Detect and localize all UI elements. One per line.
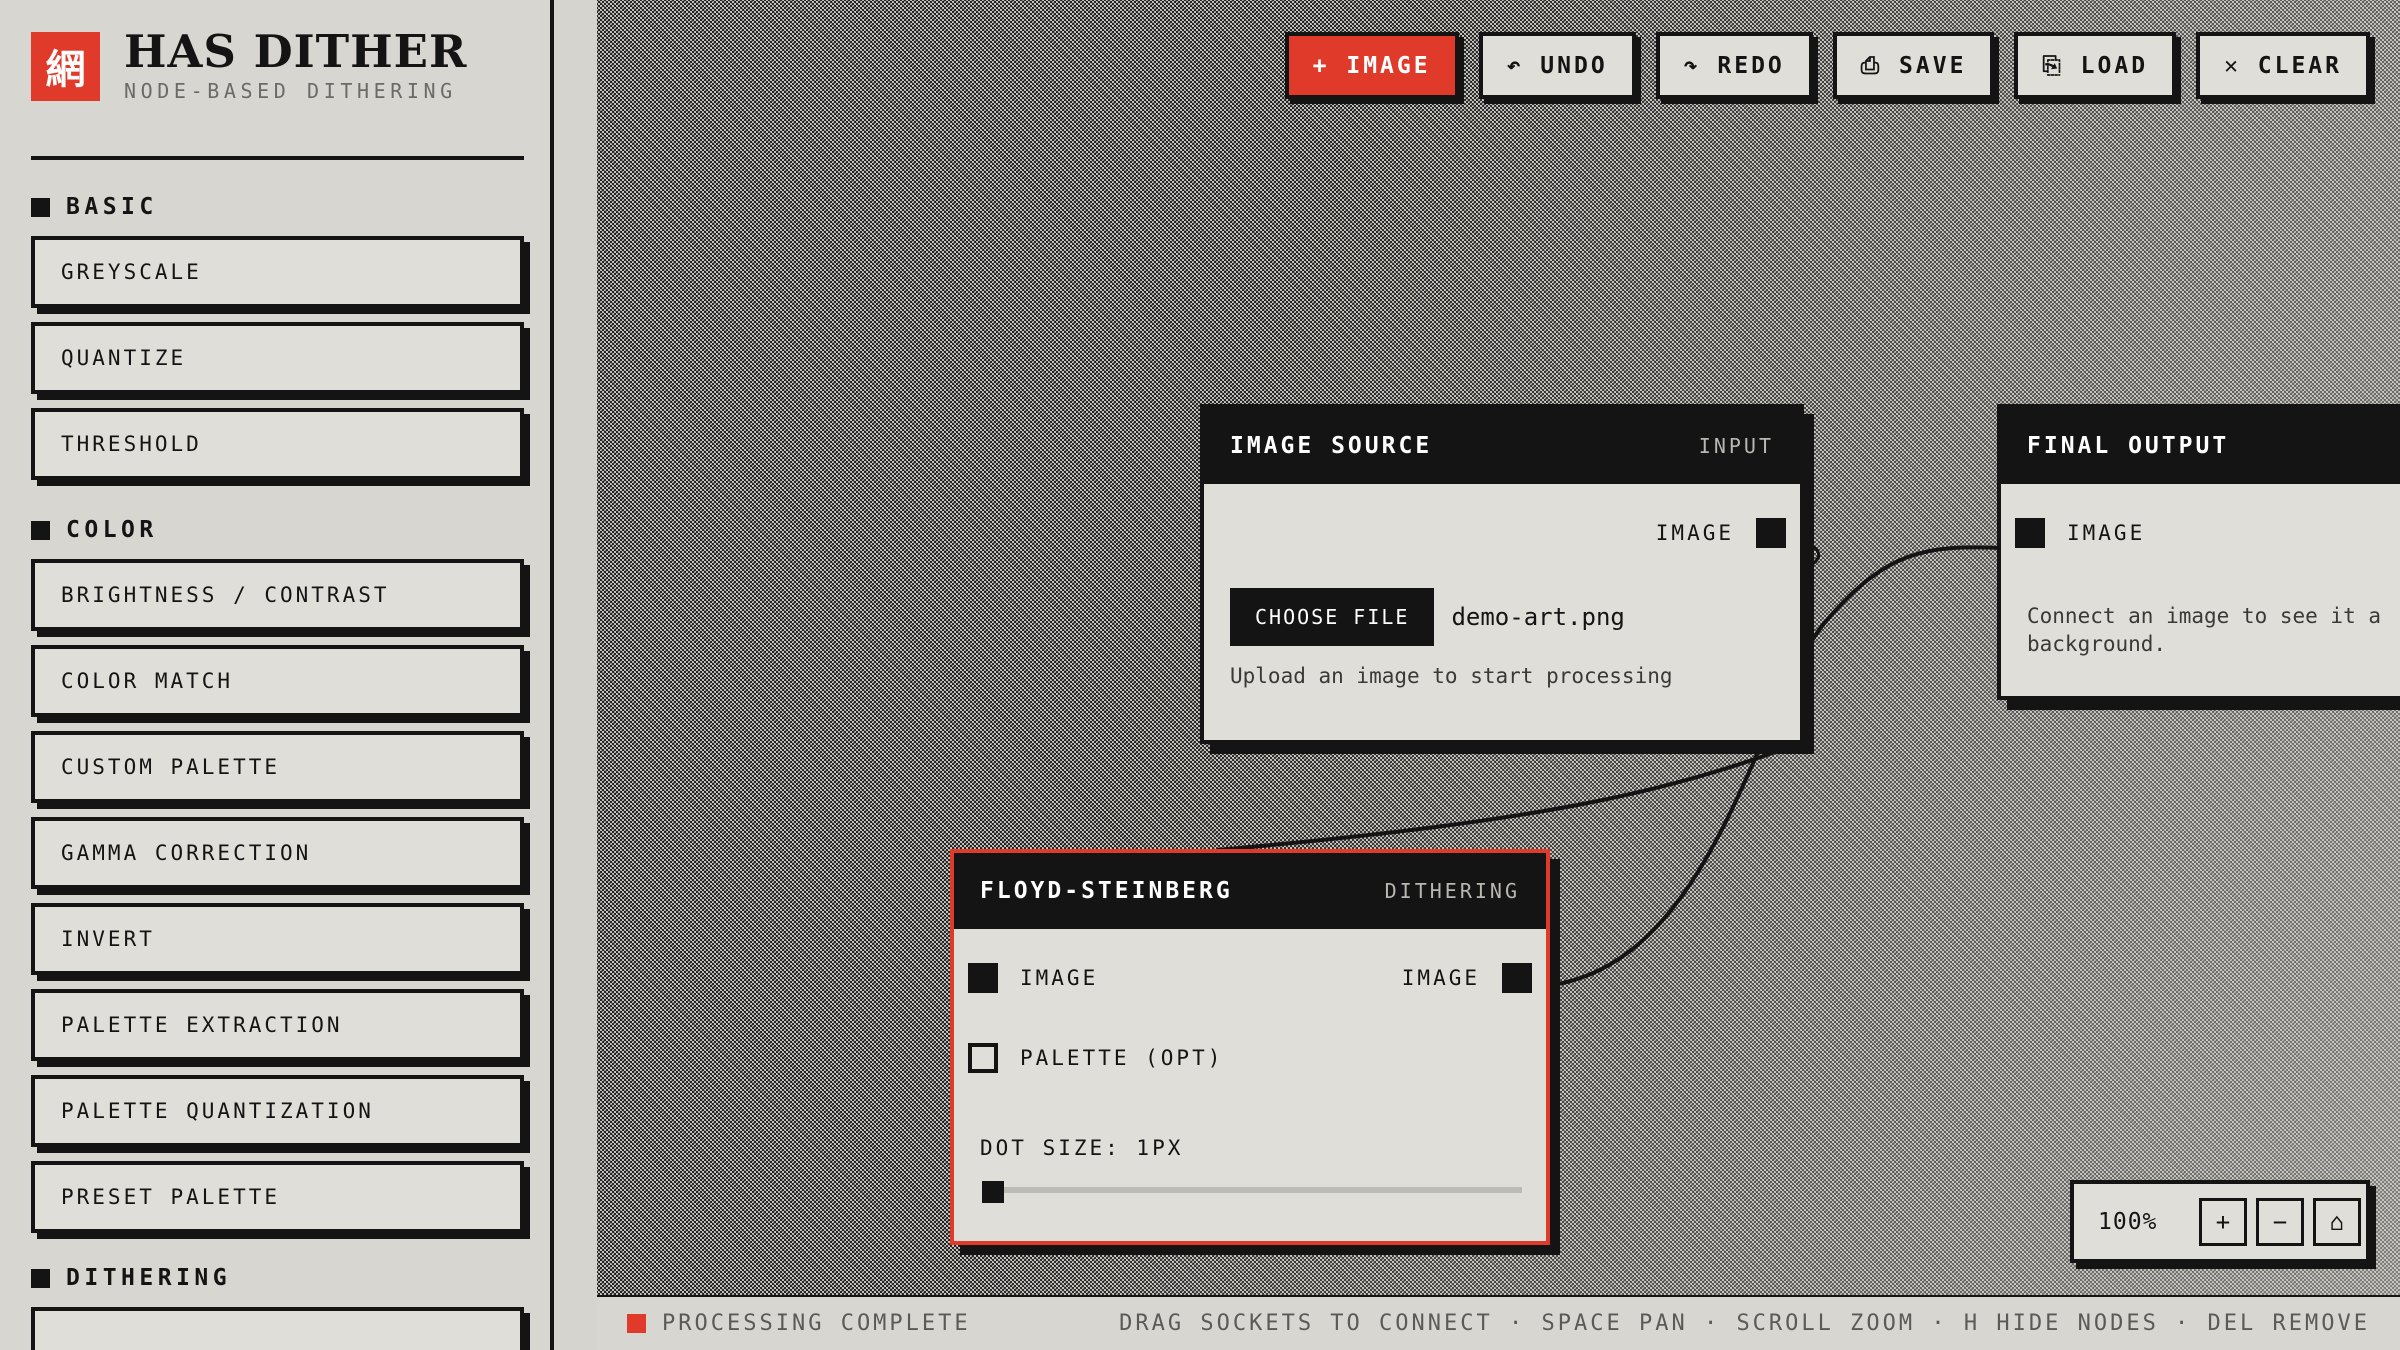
zoom-out-button[interactable]: − [2256, 1197, 2304, 1246]
node-item-greyscale[interactable]: GREYSCALE [31, 236, 524, 308]
node-canvas[interactable]: + IMAGE ↶ UNDO ↷ REDO ⎙ SAVE ⎘ LOAD ✕ CL… [597, 0, 2400, 1295]
sidebar: 網 HAS DITHER NODE-BASED DITHERING BASIC … [0, 0, 554, 1350]
divider [31, 156, 524, 160]
socket-label: PALETTE (OPT) [1020, 1046, 1224, 1070]
input-socket-image[interactable] [968, 963, 998, 993]
dot-size-label: DOT SIZE: 1PX [980, 1136, 1184, 1160]
node-item-color-match[interactable]: COLOR MATCH [31, 645, 524, 717]
node-item-palette-extraction[interactable]: PALETTE EXTRACTION [31, 989, 524, 1061]
node-item-invert[interactable]: INVERT [31, 903, 524, 975]
section-label: BASIC [66, 194, 158, 220]
zoom-in-button[interactable]: + [2199, 1197, 2247, 1246]
source-hint: Upload an image to start processing [1230, 664, 1673, 688]
node-header[interactable]: FLOYD-STEINBERG DITHERING [954, 853, 1546, 929]
status-indicator-icon [627, 1314, 646, 1333]
node-final-output[interactable]: FINAL OUTPUT IMAGE Connect an image to s… [1997, 404, 2400, 700]
output-socket-image[interactable] [1502, 963, 1532, 993]
node-item-brightness-contrast[interactable]: BRIGHTNESS / CONTRAST [31, 559, 524, 631]
toolbar: + IMAGE ↶ UNDO ↷ REDO ⎙ SAVE ⎘ LOAD ✕ CL… [1284, 32, 2370, 99]
node-item-palette-quantization[interactable]: PALETTE QUANTIZATION [31, 1075, 524, 1147]
save-button[interactable]: ⎙ SAVE [1832, 32, 1995, 99]
section-label: COLOR [66, 517, 158, 543]
socket-label: IMAGE [1655, 521, 1734, 545]
node-item-quantize[interactable]: QUANTIZE [31, 322, 524, 394]
home-icon[interactable]: ⌂ [2313, 1197, 2361, 1246]
choose-file-button[interactable]: CHOOSE FILE [1230, 588, 1435, 646]
section-basic: BASIC GREYSCALE QUANTIZE THRESHOLD [31, 192, 524, 480]
input-socket-image[interactable] [2015, 518, 2045, 548]
section-label: DITHERING [66, 1265, 232, 1291]
node-title: FLOYD-STEINBERG [980, 878, 1233, 904]
node-item-custom-palette[interactable]: CUSTOM PALETTE [31, 731, 524, 803]
socket-label: IMAGE [1401, 966, 1480, 990]
wire-source-to-floyd [1216, 736, 1814, 852]
node-header[interactable]: FINAL OUTPUT [2001, 408, 2400, 484]
section-square-icon [31, 1268, 50, 1288]
dot-size-slider[interactable] [984, 1187, 1522, 1193]
section-dithering: DITHERING [31, 1263, 524, 1350]
zoom-level: 100% [2098, 1208, 2158, 1235]
node-tag: INPUT [1698, 434, 1774, 458]
node-item-gamma-correction[interactable]: GAMMA CORRECTION [31, 817, 524, 889]
input-socket-palette[interactable] [968, 1043, 998, 1073]
node-floyd-steinberg[interactable]: FLOYD-STEINBERG DITHERING IMAGE IMAGE PA… [950, 849, 1550, 1245]
node-item-preset-palette[interactable]: PRESET PALETTE [31, 1161, 524, 1233]
add-image-button[interactable]: + IMAGE [1284, 32, 1459, 99]
output-socket-image[interactable] [1756, 518, 1786, 548]
clear-button[interactable]: ✕ CLEAR [2196, 32, 2370, 99]
section-color: COLOR BRIGHTNESS / CONTRAST COLOR MATCH … [31, 515, 524, 1233]
output-hint: Connect an image to see it a background. [2027, 604, 2382, 656]
dot-size-slider-thumb[interactable] [982, 1181, 1004, 1203]
socket-label: IMAGE [1020, 966, 1099, 990]
redo-button[interactable]: ↷ REDO [1655, 32, 1813, 99]
node-header[interactable]: IMAGE SOURCE INPUT [1204, 408, 1800, 484]
node-title: IMAGE SOURCE [1230, 433, 1433, 459]
status-text: PROCESSING COMPLETE [662, 1311, 971, 1336]
app-title: HAS DITHER [124, 25, 468, 78]
section-square-icon [31, 520, 50, 540]
node-tag: DITHERING [1384, 879, 1520, 903]
node-item-dithering-partial[interactable] [31, 1307, 524, 1350]
logo: 網 [31, 31, 100, 101]
undo-button[interactable]: ↶ UNDO [1478, 32, 1636, 99]
node-item-threshold[interactable]: THRESHOLD [31, 408, 524, 480]
zoom-control: 100% + − ⌂ [2070, 1180, 2370, 1263]
node-image-source[interactable]: IMAGE SOURCE INPUT IMAGE CHOOSE FILE dem… [1200, 404, 1804, 744]
node-title: FINAL OUTPUT [2027, 433, 2230, 459]
app-subtitle: NODE-BASED DITHERING [124, 79, 457, 103]
file-name: demo-art.png [1451, 603, 1625, 631]
socket-label: IMAGE [2067, 521, 2146, 545]
shortcut-help: DRAG SOCKETS TO CONNECT · SPACE PAN · SC… [1119, 1311, 2370, 1336]
status-bar: PROCESSING COMPLETE DRAG SOCKETS TO CONN… [597, 1295, 2400, 1350]
load-button[interactable]: ⎘ LOAD [2014, 32, 2177, 99]
brand: 網 HAS DITHER NODE-BASED DITHERING [31, 25, 520, 103]
section-square-icon [31, 197, 50, 217]
